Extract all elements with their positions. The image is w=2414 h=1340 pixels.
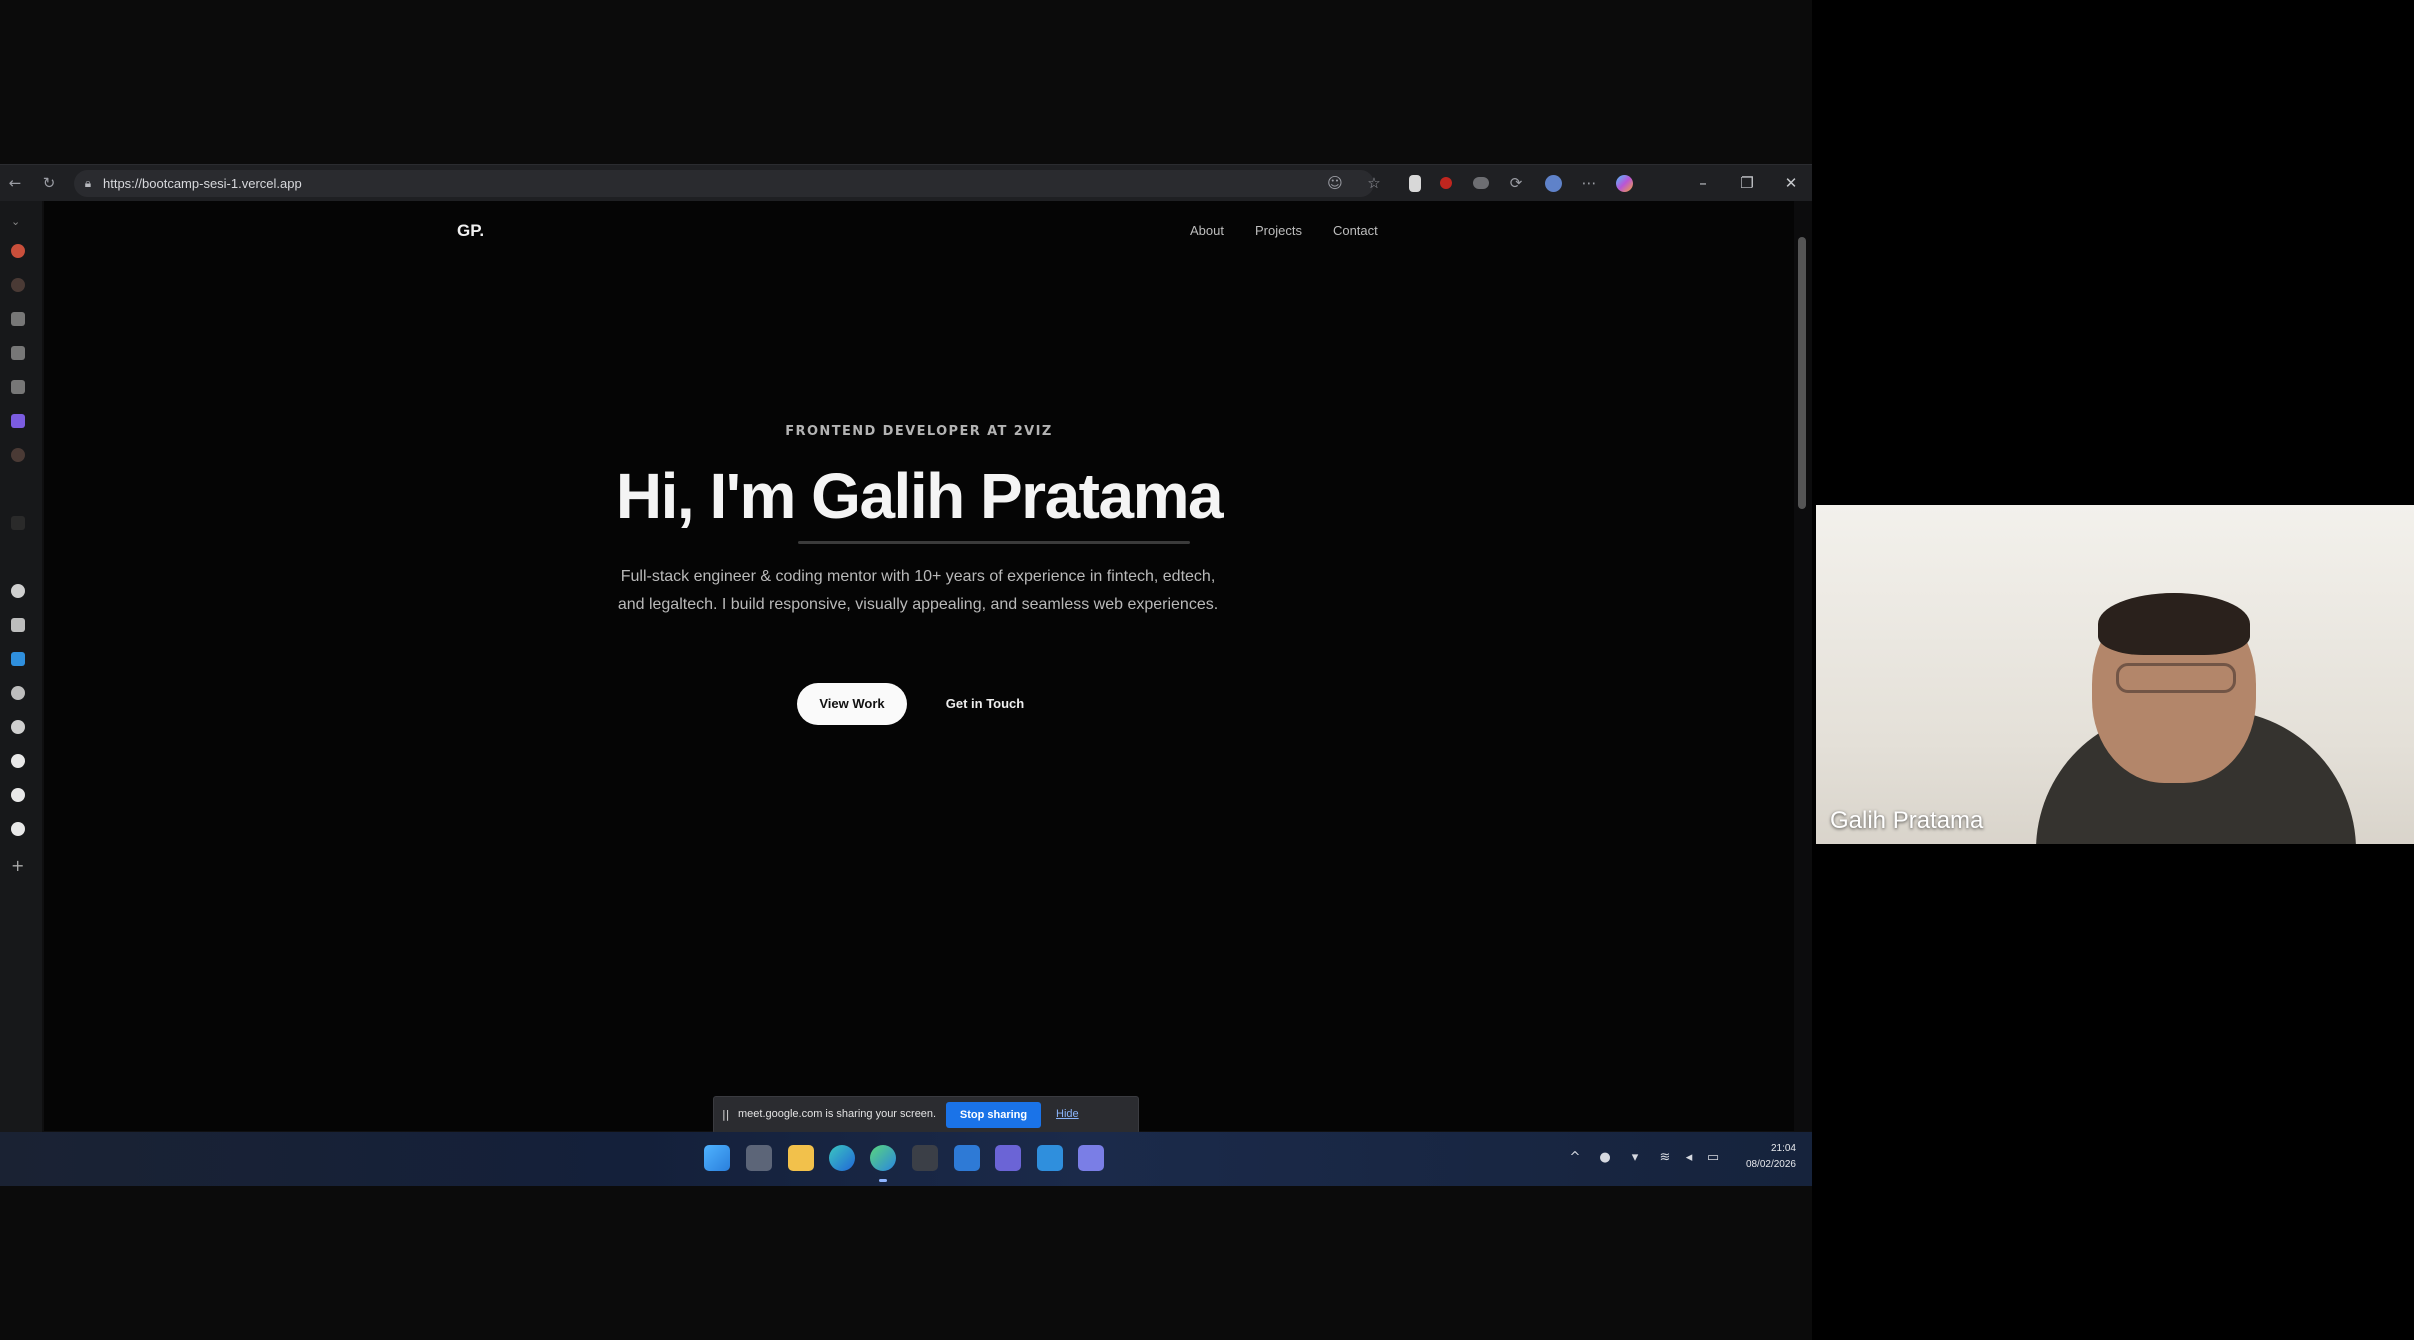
system-clock[interactable]: 21:04 08/02/2026 (1746, 1141, 1796, 1173)
more-icon[interactable]: ⋯ (1580, 174, 1598, 192)
scroll-thumb[interactable] (1798, 237, 1806, 509)
copilot-icon[interactable] (1616, 175, 1633, 192)
nav-contact[interactable]: Contact (1333, 223, 1378, 238)
terminal-icon[interactable] (912, 1145, 938, 1171)
edge-icon[interactable] (829, 1145, 855, 1171)
favorite-icon[interactable]: ☆ (1365, 174, 1383, 192)
active-app-indicator (879, 1179, 887, 1182)
participant-hair (2098, 593, 2250, 655)
vscode-icon[interactable] (1037, 1145, 1063, 1171)
tab-icon[interactable] (11, 822, 25, 836)
battery-icon[interactable]: ▭ (1704, 1149, 1722, 1167)
share-message: meet.google.com is sharing your screen. (738, 1108, 937, 1120)
get-in-touch-button[interactable]: Get in Touch (924, 683, 1046, 725)
nav-projects[interactable]: Projects (1255, 223, 1302, 238)
nav-about[interactable]: About (1190, 223, 1224, 238)
address-bar[interactable]: 🔒︎ https://bootcamp-sesi-1.vercel.app (74, 170, 1374, 197)
site-nav: About Projects Contact (1190, 223, 1378, 238)
tab-icon[interactable] (11, 618, 25, 632)
refresh-icon[interactable]: ↻ (40, 174, 58, 192)
browser-icon[interactable] (870, 1145, 896, 1171)
wifi-icon[interactable]: ≋ (1656, 1149, 1674, 1167)
hero-eyebrow: FRONTEND DEVELOPER AT 2VIZ (785, 424, 1053, 439)
cloud-icon[interactable] (1473, 177, 1489, 189)
site-logo[interactable]: GP. (457, 221, 484, 241)
vscode-icon[interactable] (11, 652, 25, 666)
participant-glasses (2116, 663, 2236, 693)
tab-icon[interactable] (11, 516, 25, 530)
profile-icon[interactable] (1545, 175, 1562, 192)
globe-icon[interactable] (11, 686, 25, 700)
tab-icon[interactable] (11, 788, 25, 802)
lock-icon: 🔒︎ (84, 176, 92, 190)
tab-icon[interactable] (11, 346, 25, 360)
close-icon[interactable]: ✕ (1780, 172, 1802, 194)
tab-icon[interactable] (11, 278, 25, 292)
sync-icon[interactable]: ⟳ (1507, 174, 1525, 192)
page-scrollbar[interactable] (1794, 201, 1812, 1131)
tab-icon[interactable] (11, 312, 25, 326)
app-icon[interactable] (1078, 1145, 1104, 1171)
hide-share-bar-link[interactable]: Hide (1056, 1108, 1079, 1120)
github-icon[interactable] (11, 720, 25, 734)
reader-icon[interactable]: ☺ (1326, 174, 1344, 192)
pause-icon: || (722, 1108, 730, 1121)
address-url: https://bootcamp-sesi-1.vercel.app (103, 176, 302, 191)
page-viewport: GP. About Projects Contact FRONTEND DEVE… (44, 201, 1794, 1133)
file-explorer-icon[interactable] (788, 1145, 814, 1171)
back-icon[interactable]: ← (6, 174, 24, 192)
outlook-icon[interactable] (954, 1145, 980, 1171)
tab-icon[interactable] (11, 414, 25, 428)
participant-name: Galih Pratama (1830, 807, 1984, 834)
restore-icon[interactable]: ❐ (1736, 172, 1758, 194)
teams-icon[interactable] (995, 1145, 1021, 1171)
collapse-tabs-icon[interactable]: ⌄ (11, 215, 25, 229)
start-icon[interactable] (704, 1145, 730, 1171)
clock-time: 21:04 (1770, 1143, 1796, 1154)
task-view-icon[interactable] (746, 1145, 772, 1171)
hero-description: Full-stack engineer & coding mentor with… (617, 568, 1219, 613)
chevron-up-icon[interactable]: ^ (1566, 1149, 1584, 1167)
new-tab-icon[interactable]: + (11, 858, 25, 874)
tab-icon[interactable] (11, 754, 25, 768)
title-underline (798, 541, 1190, 544)
github-icon[interactable] (11, 584, 25, 598)
security-icon[interactable]: ▾ (1626, 1149, 1644, 1167)
tab-icon[interactable] (11, 380, 25, 394)
shared-screen: ← ↻ 🔒︎ https://bootcamp-sesi-1.vercel.ap… (0, 0, 1812, 1340)
recording-icon[interactable] (1440, 177, 1452, 189)
stop-sharing-button[interactable]: Stop sharing (946, 1102, 1041, 1128)
browser-window: ← ↻ 🔒︎ https://bootcamp-sesi-1.vercel.ap… (0, 164, 1812, 1186)
vertical-tab-strip: ⌄ + (0, 201, 42, 1186)
extension-icon[interactable] (1409, 175, 1421, 192)
clock-date: 08/02/2026 (1745, 1159, 1796, 1170)
browser-toolbar: ← ↻ 🔒︎ https://bootcamp-sesi-1.vercel.ap… (0, 164, 1812, 201)
minimize-icon[interactable]: – (1692, 172, 1714, 194)
screen-share-bar: || meet.google.com is sharing your scree… (714, 1097, 1138, 1133)
windows-taskbar: ^ ● ▾ ≋ ◂ ▭ 21:04 08/02/2026 (0, 1132, 1812, 1186)
volume-icon[interactable]: ◂ (1680, 1149, 1698, 1167)
tab-icon[interactable] (11, 448, 25, 462)
hero-title: Hi, I'm Galih Pratama (615, 460, 1224, 532)
participant-video-tile[interactable]: Galih Pratama (1816, 505, 2414, 844)
tab-icon[interactable] (11, 244, 25, 258)
teams-tray-icon[interactable]: ● (1596, 1149, 1614, 1167)
view-work-button[interactable]: View Work (797, 683, 907, 725)
